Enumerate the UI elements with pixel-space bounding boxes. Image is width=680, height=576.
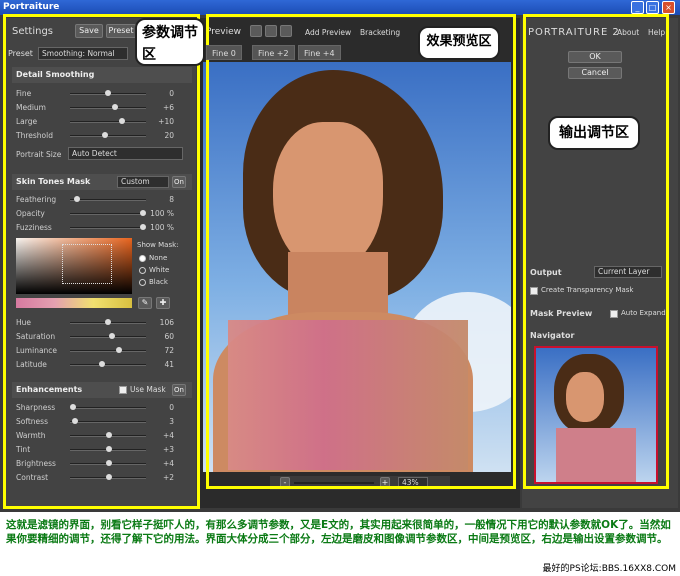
hue-slider-thumb[interactable] bbox=[105, 319, 111, 325]
fuzziness-value: 100 % bbox=[150, 223, 174, 232]
params-callout: 参数调节区 bbox=[135, 18, 205, 66]
tint-slider-thumb[interactable] bbox=[105, 446, 112, 452]
feathering-slider-thumb[interactable] bbox=[73, 196, 80, 202]
minimize-button[interactable]: _ bbox=[631, 1, 644, 14]
show-mask-option-black: Black bbox=[149, 278, 168, 286]
medium-slider-thumb[interactable] bbox=[112, 104, 118, 110]
latitude-slider[interactable] bbox=[70, 361, 146, 367]
brightness-label: Brightness bbox=[16, 459, 56, 468]
contrast-label: Contrast bbox=[16, 473, 49, 482]
tab-fine-4[interactable]: Fine +4 bbox=[298, 45, 341, 60]
show-mask-option-white: White bbox=[149, 266, 170, 274]
show-mask-option-none: None bbox=[149, 254, 168, 262]
hue-slider[interactable] bbox=[70, 319, 146, 325]
fine-label: Fine bbox=[16, 89, 32, 98]
saturation-slider[interactable] bbox=[70, 333, 146, 339]
tab-fine-0[interactable]: Fine 0 bbox=[206, 45, 242, 60]
fuzziness-label: Fuzziness bbox=[16, 223, 52, 232]
softness-label: Softness bbox=[16, 417, 48, 426]
maximize-button[interactable]: □ bbox=[646, 1, 659, 14]
brightness-slider[interactable] bbox=[70, 460, 146, 466]
latitude-value: 41 bbox=[164, 360, 174, 369]
tint-slider[interactable] bbox=[70, 446, 146, 452]
hue-value: 106 bbox=[159, 318, 174, 327]
fine-slider-thumb[interactable] bbox=[105, 90, 111, 96]
window-title: Portraiture bbox=[3, 2, 60, 12]
sharpness-slider[interactable] bbox=[70, 404, 146, 410]
sharpness-value: 0 bbox=[169, 403, 174, 412]
fine-value: 0 bbox=[169, 89, 174, 98]
latitude-label: Latitude bbox=[16, 360, 47, 369]
medium-value: +6 bbox=[162, 103, 174, 112]
feathering-slider[interactable] bbox=[70, 196, 146, 202]
show-mask-radio-black[interactable] bbox=[139, 279, 146, 286]
threshold-label: Threshold bbox=[16, 131, 53, 140]
luminance-label: Luminance bbox=[16, 346, 58, 355]
window-title-bar: Portraiture bbox=[0, 0, 680, 15]
warmth-slider[interactable] bbox=[70, 432, 146, 438]
luminance-slider-thumb[interactable] bbox=[115, 347, 122, 353]
tab-fine-2[interactable]: Fine +2 bbox=[252, 45, 295, 60]
luminance-value: 72 bbox=[164, 346, 174, 355]
show-mask-radio-none[interactable] bbox=[139, 255, 146, 262]
preview-area-frame bbox=[206, 14, 516, 489]
preview-callout: 效果预览区 bbox=[418, 26, 500, 60]
hue-label: Hue bbox=[16, 318, 32, 327]
feathering-label: Feathering bbox=[16, 195, 57, 204]
threshold-value: 20 bbox=[164, 131, 174, 140]
threshold-slider-thumb[interactable] bbox=[101, 132, 108, 138]
close-button[interactable]: × bbox=[662, 1, 675, 14]
show-mask-radio-white[interactable] bbox=[139, 267, 146, 274]
contrast-value: +2 bbox=[162, 473, 174, 482]
saturation-label: Saturation bbox=[16, 332, 56, 341]
opacity-label: Opacity bbox=[16, 209, 45, 218]
fine-slider[interactable] bbox=[70, 90, 146, 96]
tint-label: Tint bbox=[16, 445, 31, 454]
brightness-value: +4 bbox=[162, 459, 174, 468]
threshold-slider[interactable] bbox=[70, 132, 146, 138]
contrast-slider[interactable] bbox=[70, 474, 146, 480]
softness-slider[interactable] bbox=[70, 418, 146, 424]
tint-value: +3 bbox=[162, 445, 174, 454]
large-label: Large bbox=[16, 117, 38, 126]
saturation-value: 60 bbox=[164, 332, 174, 341]
large-slider[interactable] bbox=[70, 118, 146, 124]
medium-slider[interactable] bbox=[70, 104, 146, 110]
sharpness-slider-thumb[interactable] bbox=[70, 404, 76, 410]
footer-credit: 最好的PS论坛:BBS.16XX8.COM bbox=[542, 564, 676, 574]
luminance-slider[interactable] bbox=[70, 347, 146, 353]
portraiture-window: Portraiture _ □ × Settings Save Preset P… bbox=[0, 0, 680, 512]
feathering-value: 8 bbox=[169, 195, 174, 204]
large-value: +10 bbox=[158, 117, 174, 126]
large-slider-thumb[interactable] bbox=[119, 118, 125, 124]
opacity-slider-thumb[interactable] bbox=[140, 210, 146, 216]
output-area-frame bbox=[523, 14, 669, 489]
fuzziness-slider-thumb[interactable] bbox=[140, 224, 146, 230]
opacity-value: 100 % bbox=[150, 209, 174, 218]
warmth-value: +4 bbox=[162, 431, 174, 440]
sharpness-label: Sharpness bbox=[16, 403, 56, 412]
medium-label: Medium bbox=[16, 103, 46, 112]
softness-value: 3 bbox=[169, 417, 174, 426]
contrast-slider-thumb[interactable] bbox=[105, 474, 112, 480]
output-callout: 输出调节区 bbox=[548, 116, 640, 150]
warmth-label: Warmth bbox=[16, 431, 46, 440]
fuzziness-slider[interactable] bbox=[70, 224, 146, 230]
saturation-slider-thumb[interactable] bbox=[108, 333, 115, 339]
opacity-slider[interactable] bbox=[70, 210, 146, 216]
